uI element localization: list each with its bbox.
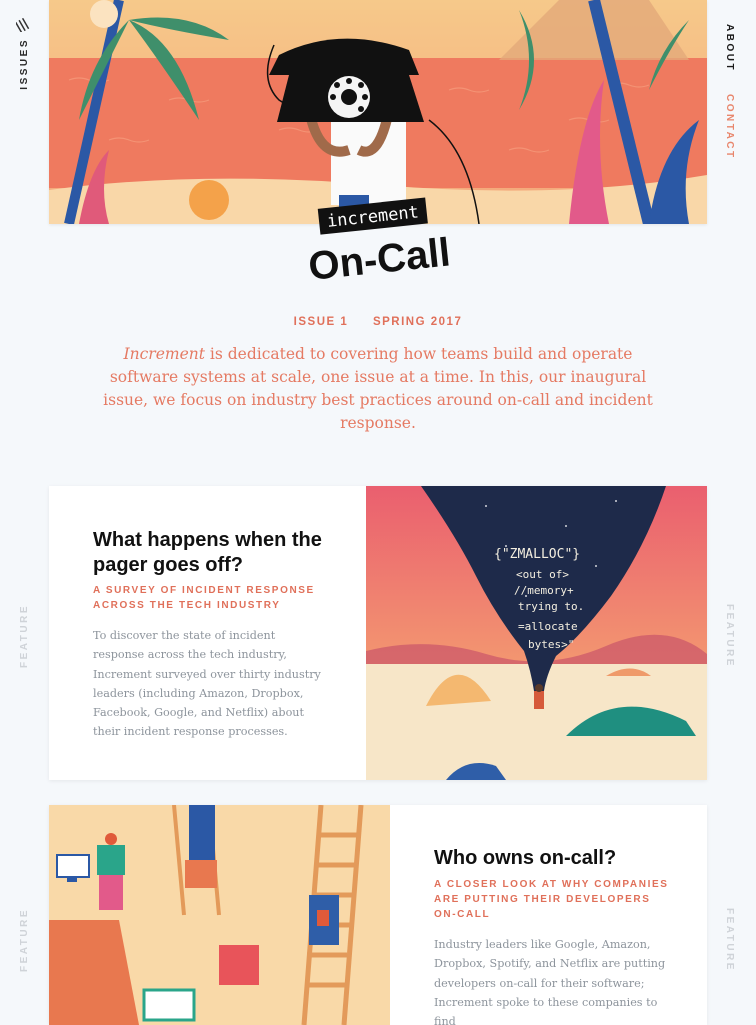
feature-title[interactable]: What happens when the pager goes off? [93,528,323,578]
contact-link[interactable]: CONTACT [724,94,735,160]
feature-label-left-2: FEATURE [19,908,30,972]
feature-label-right-1: FEATURE [724,604,735,668]
feature-title[interactable]: Who owns on-call? [434,846,664,871]
art-text-3: trying to. [518,600,584,613]
feature-body: To discover the state of incident respon… [93,629,321,739]
issue-number: ISSUE 1 [293,316,349,328]
feature-body: Industry leaders like Google, Amazon, Dr… [434,938,666,1025]
art-text-5: bytes>" [528,638,574,651]
menu-icon[interactable] [16,18,30,32]
feature-subtitle: A survey of incident response across the… [93,585,315,611]
issue-season: SPRING 2017 [372,316,463,328]
feature-card-pager[interactable]: What happens when the pager goes off? A … [49,486,707,780]
feature-illustration-pager: {"ZMALLOC"} <out of> //memory+ trying to… [366,486,707,780]
about-link[interactable]: ABOUT [724,24,735,72]
feature-card-ownership[interactable]: Who owns on-call? A closer look at why c… [49,805,707,1025]
left-sidebar [0,0,48,1000]
on-call-logo: increment On-Call [306,197,452,289]
hero-illustration [49,0,707,224]
art-text-1: <out of> [516,568,569,581]
art-text-2: //memory+ [514,584,574,597]
logo-oncall-text: On-Call [306,230,452,289]
intro-brand: Increment [123,345,205,363]
feature-illustration-ownership [49,805,390,1025]
feature-subtitle: A closer look at why companies are putti… [434,879,669,920]
intro-paragraph: Increment is dedicated to covering how t… [98,343,658,435]
art-text-4: =allocate [518,620,578,633]
feature-label-right-2: FEATURE [724,908,735,972]
issue-info: ISSUE 1 SPRING 2017 [0,316,756,328]
art-text-0: {"ZMALLOC"} [494,547,580,562]
issues-link[interactable]: ISSUES [19,38,30,90]
feature-label-left-1: FEATURE [19,604,30,668]
